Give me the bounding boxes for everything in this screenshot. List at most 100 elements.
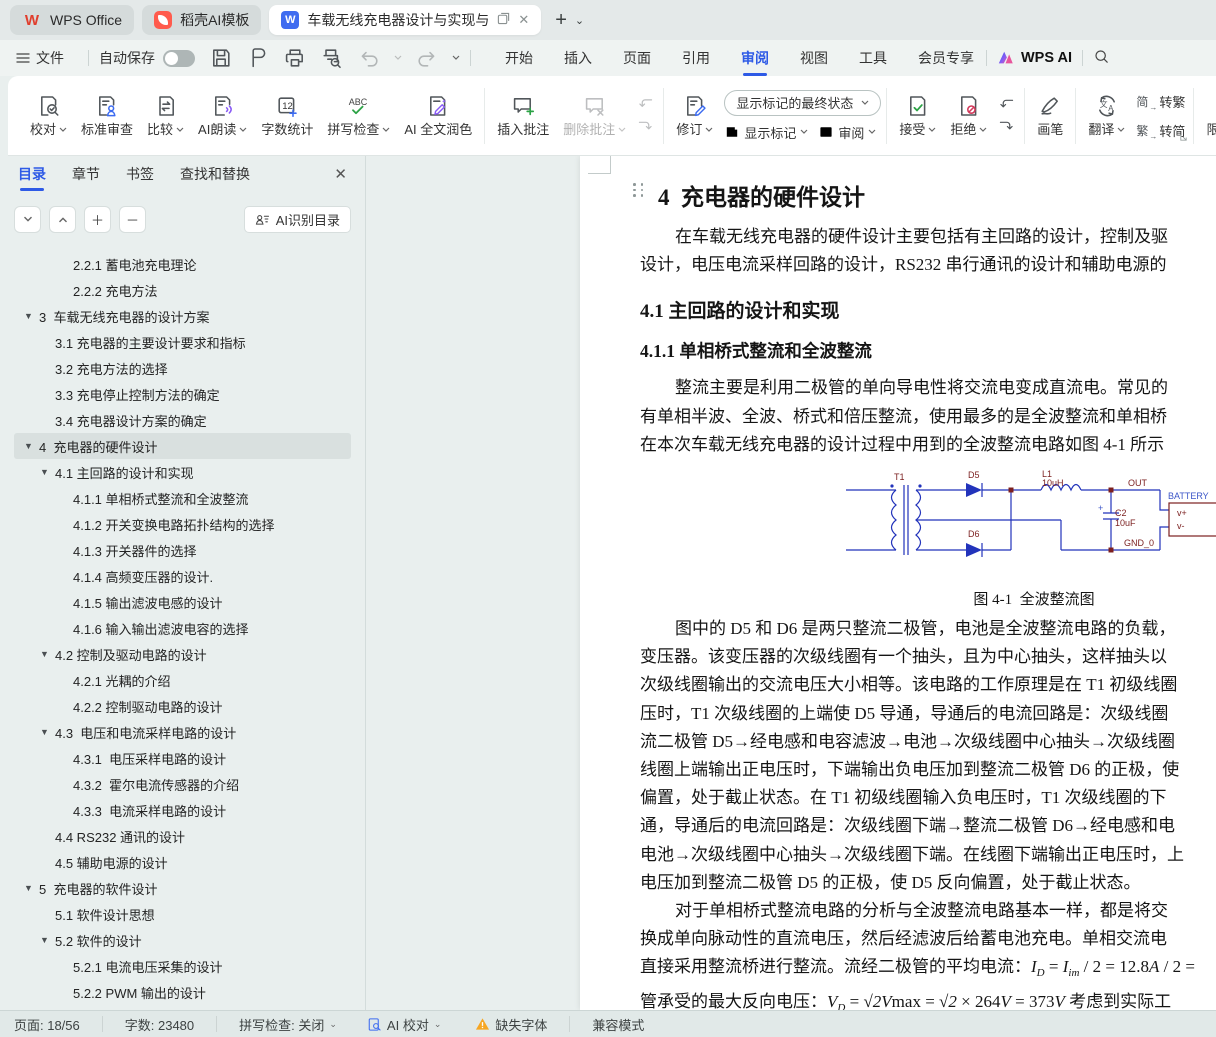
redo-icon[interactable] [415,46,439,70]
restrict-editing-button[interactable]: 限制编辑 [1199,91,1216,140]
toc-item[interactable]: 3.3 充电停止控制方法的确定 [14,381,351,407]
tab-document[interactable]: W 车载无线充电器设计与实现与 ✕ [269,5,541,35]
group-expand-icon[interactable] [1179,133,1188,145]
toc-collapse-triangle-icon[interactable]: ▼ [40,467,55,477]
menu-item-视图[interactable]: 视图 [798,42,830,74]
previous-change-icon[interactable] [998,98,1015,111]
sidebar-tab-目录[interactable]: 目录 [18,160,46,188]
toc-item[interactable]: 4.4 RS232 通讯的设计 [14,823,351,849]
toc-zoom-in-button[interactable]: ＋ [84,206,111,233]
toc-item[interactable]: 3.2 充电方法的选择 [14,355,351,381]
reject-changes-button[interactable]: 拒绝 [943,91,994,140]
tab-wps-office[interactable]: W WPS Office [10,5,134,35]
file-menu[interactable]: 文件 [16,48,64,68]
separate-window-icon[interactable] [497,12,510,28]
compare-button[interactable]: 比较 [140,91,191,140]
show-marks-button[interactable]: 显示标记 [724,123,808,142]
toc-item[interactable]: ▼4 充电器的硬件设计 [14,433,351,459]
accept-changes-button[interactable]: 接受 [892,91,943,140]
toc-item[interactable]: ▼4.1 主回路的设计和实现 [14,459,351,485]
delete-comment-button[interactable]: 删除批注 [556,91,633,140]
ai-polish-button[interactable]: AI 全文润色 [397,91,479,140]
missing-font-warning[interactable]: 缺失字体 [475,1015,547,1034]
toc-item[interactable]: ▼4.3 电压和电流采样电路的设计 [14,719,351,745]
sidebar-close-icon[interactable]: ✕ [334,165,347,183]
ai-read-aloud-button[interactable]: AI朗读 [191,91,254,140]
toc-item[interactable]: 4.1.2 开关变换电路拓扑结构的选择 [14,511,351,537]
toc-item[interactable]: 5.2.1 电流电压采集的设计 [14,953,351,979]
next-comment-icon[interactable] [637,120,654,133]
menu-item-审阅[interactable]: 审阅 [739,42,771,74]
undo-icon[interactable] [357,46,381,70]
toc-item[interactable]: 5.2.3 液晶显示的设计 [14,1005,351,1010]
previous-comment-icon[interactable] [637,98,654,111]
ink-brush-button[interactable]: 画笔 [1030,91,1070,140]
search-icon[interactable] [1093,48,1110,68]
tab-template-store[interactable]: 稻壳AI模板 [142,5,261,35]
toc-item[interactable]: 4.3.1 电压采样电路的设计 [14,745,351,771]
sidebar-tab-查找和替换[interactable]: 查找和替换 [180,160,250,188]
spell-check-button[interactable]: ABC 拼写检查 [320,91,397,140]
document-page[interactable]: 4 充电器的硬件设计 在车载无线充电器的硬件设计主要包括有主回路的设计，控制及驱… [580,156,1216,1010]
toc-item[interactable]: 2.2.2 充电方法 [14,277,351,303]
print-preview-icon[interactable] [320,46,344,70]
save-icon[interactable] [209,46,233,70]
standard-review-button[interactable]: 标准审查 [74,91,140,140]
toc-item[interactable]: ▼5.2 软件的设计 [14,927,351,953]
toc-item[interactable]: ▼4.2 控制及驱动电路的设计 [14,641,351,667]
toc-item[interactable]: 4.1.3 开关器件的选择 [14,537,351,563]
menu-item-工具[interactable]: 工具 [857,42,889,74]
traditional-to-simplified-button[interactable]: 繁转简 [1136,121,1185,140]
wps-ai-button[interactable]: WPS AI [997,49,1072,67]
menu-item-开始[interactable]: 开始 [503,42,535,74]
autosave-toggle[interactable] [163,50,195,67]
toc-item[interactable]: 4.1.4 高频变压器的设计. [14,563,351,589]
ai-proofread-status[interactable]: AI 校对⌄ [367,1015,441,1034]
toc-collapse-triangle-icon[interactable]: ▼ [24,441,39,451]
toc-item[interactable]: 3.1 充电器的主要设计要求和指标 [14,329,351,355]
toc-collapse-triangle-icon[interactable]: ▼ [24,883,39,893]
simplified-to-traditional-button[interactable]: 简转繁 [1136,92,1185,111]
toc-item[interactable]: 4.1.6 输入输出滤波电容的选择 [14,615,351,641]
toc-item[interactable]: 3.4 充电器设计方案的确定 [14,407,351,433]
track-changes-button[interactable]: 修订 [669,91,720,140]
close-doc-icon[interactable]: ✕ [518,12,529,28]
tab-list-caret-icon[interactable]: ⌄ [575,14,584,27]
toc-item[interactable]: 4.1.5 输出滤波电感的设计 [14,589,351,615]
translate-button[interactable]: 文A 翻译 [1081,91,1132,140]
proofread-button[interactable]: 校对 [23,91,74,140]
new-tab-button[interactable]: + [555,9,567,32]
marks-state-select[interactable]: 显示标记的最终状态 [724,90,881,116]
toc-item[interactable]: 5.1 软件设计思想 [14,901,351,927]
toc-item[interactable]: 5.2.2 PWM 输出的设计 [14,979,351,1005]
ai-recognize-toc-button[interactable]: AI识别目录 [244,206,351,233]
toc-collapse-all-button[interactable] [49,206,76,233]
toc-collapse-triangle-icon[interactable]: ▼ [40,727,55,737]
spellcheck-status[interactable]: 拼写检查: 关闭⌄ [239,1015,337,1034]
toc-collapse-triangle-icon[interactable]: ▼ [40,935,55,945]
page-indicator[interactable]: 页面: 18/56 [14,1015,80,1034]
toc-zoom-out-button[interactable]: － [119,206,146,233]
sidebar-tab-章节[interactable]: 章节 [72,160,100,188]
word-count-indicator[interactable]: 字数: 23480 [125,1015,194,1034]
toc-item[interactable]: ▼5 充电器的软件设计 [14,875,351,901]
print-icon[interactable] [283,46,307,70]
export-pdf-icon[interactable] [246,46,270,70]
toc-item[interactable]: 4.5 辅助电源的设计 [14,849,351,875]
toc-item[interactable]: 4.2.1 光耦的介绍 [14,667,351,693]
review-pane-button[interactable]: 审阅 [818,123,876,142]
menu-item-插入[interactable]: 插入 [562,42,594,74]
toc-item[interactable]: ▼3 车载无线充电器的设计方案 [14,303,351,329]
insert-comment-button[interactable]: 插入批注 [490,91,556,140]
toc-item[interactable]: 2.2.1 蓄电池充电理论 [14,251,351,277]
toc-item[interactable]: 4.3.2 霍尔电流传感器的介绍 [14,771,351,797]
toc-expand-all-button[interactable] [14,206,41,233]
toc-collapse-triangle-icon[interactable]: ▼ [24,311,39,321]
toc-item[interactable]: 4.3.3 电流采样电路的设计 [14,797,351,823]
undo-caret-icon[interactable] [394,55,402,61]
redo-caret-icon[interactable] [452,55,460,61]
menu-item-引用[interactable]: 引用 [680,42,712,74]
paragraph-drag-handle[interactable] [633,183,646,198]
sidebar-tab-书签[interactable]: 书签 [126,160,154,188]
word-count-button[interactable]: 12 字数统计 [254,91,320,140]
